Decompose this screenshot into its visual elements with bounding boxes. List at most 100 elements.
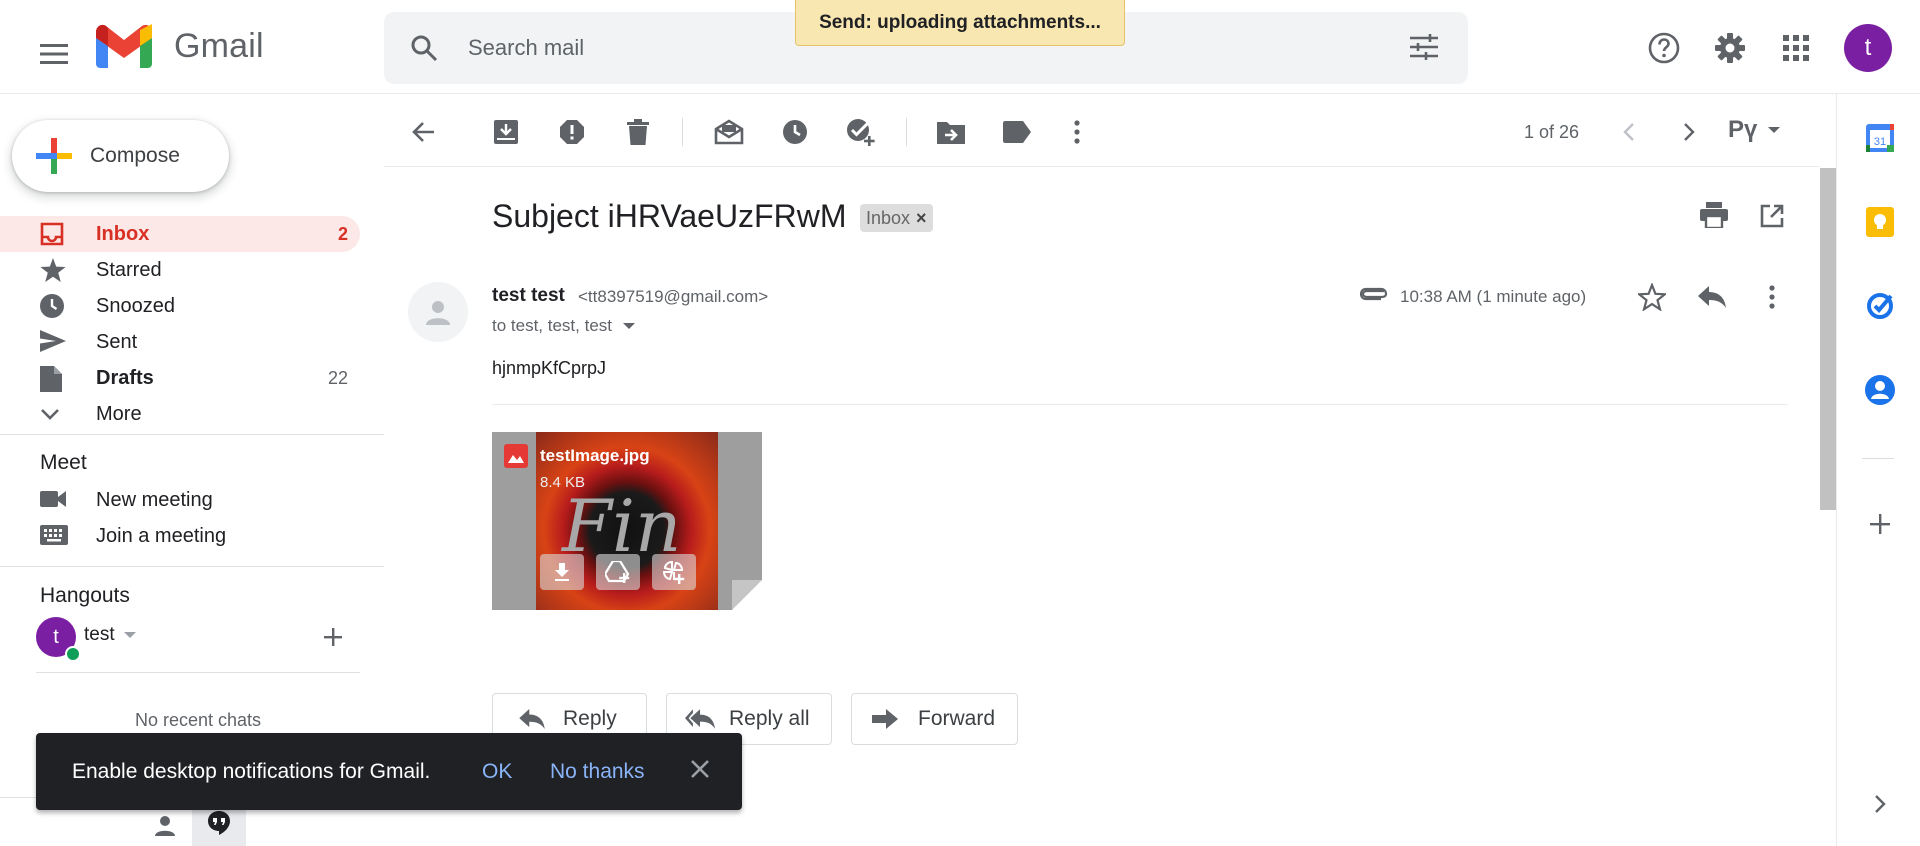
google-apps-button[interactable] [1772, 24, 1820, 72]
main-menu-button[interactable] [28, 28, 80, 80]
plus-icon [1870, 514, 1890, 534]
drafts-count: 22 [327, 367, 348, 388]
settings-button[interactable] [1706, 24, 1754, 72]
plus-icon [324, 628, 342, 646]
search-icon [411, 35, 438, 62]
search-options-button[interactable] [1410, 34, 1438, 60]
gmail-m-icon [96, 24, 152, 68]
more-vertical-icon [1074, 120, 1080, 144]
contacts-addon-button[interactable] [1862, 372, 1898, 408]
hangouts-divider [36, 672, 360, 673]
inbox-label-chip[interactable]: Inbox × [860, 204, 933, 232]
save-to-drive-button[interactable] [596, 554, 640, 590]
print-all-button[interactable] [1700, 202, 1728, 228]
sender-email: <tt8397519@gmail.com> [578, 287, 769, 306]
sidebar-item-inbox[interactable]: Inbox 2 [0, 216, 360, 252]
show-side-panel-button[interactable] [1862, 786, 1898, 822]
move-to-button[interactable] [927, 108, 975, 156]
print-icon [1700, 202, 1728, 228]
send-icon [40, 330, 66, 352]
compose-plus-icon [36, 138, 72, 174]
newer-button[interactable] [1605, 108, 1653, 156]
toolbar-separator [906, 118, 907, 146]
keep-addon-button[interactable] [1862, 204, 1898, 240]
more-options-button[interactable] [1053, 108, 1101, 156]
toolbar-separator [682, 118, 683, 146]
input-tools-button[interactable]: Рү [1728, 116, 1781, 144]
close-icon [691, 760, 709, 778]
forward-label: Forward [918, 707, 996, 730]
back-button[interactable] [400, 108, 448, 156]
report-icon [560, 120, 584, 144]
compose-button[interactable]: Compose [12, 120, 229, 192]
support-button[interactable] [1640, 24, 1688, 72]
clock-icon [783, 120, 807, 144]
report-spam-button[interactable] [548, 108, 596, 156]
delete-button[interactable] [614, 108, 662, 156]
sender-avatar[interactable] [408, 282, 468, 342]
new-conversation-button[interactable] [322, 626, 344, 648]
enable-notifications-ok-button[interactable]: OK [482, 760, 512, 784]
input-tool-label: Рү [1728, 116, 1758, 143]
reply-all-icon [685, 709, 715, 729]
search-button[interactable] [410, 34, 438, 62]
star-outline-icon [1638, 283, 1666, 311]
labels-button[interactable] [993, 108, 1041, 156]
reply-icon-button[interactable] [1698, 286, 1726, 308]
add-to-photos-button[interactable] [652, 554, 696, 590]
remove-label-icon[interactable]: × [916, 208, 927, 229]
sidebar-item-more[interactable]: More [0, 396, 360, 432]
attachment-card[interactable]: Fin testImage.jpg 8.4 KB [492, 432, 762, 610]
older-button[interactable] [1665, 108, 1713, 156]
contacts-tab[interactable] [144, 806, 186, 846]
upload-status-toast: Send: uploading attachments... [795, 0, 1125, 46]
side-panel-divider [1862, 458, 1894, 459]
dismiss-snackbar-button[interactable] [690, 759, 710, 779]
image-file-type-badge [504, 444, 528, 468]
meet-section-title: Meet [40, 451, 87, 474]
mark-unread-icon [714, 119, 744, 145]
dropdown-arrow-icon [1768, 127, 1781, 133]
reply-label: Reply [563, 707, 617, 730]
download-attachment-button[interactable] [540, 554, 584, 590]
drive-add-icon [605, 561, 630, 583]
sidebar-item-drafts[interactable]: Drafts 22 [0, 360, 360, 396]
sidebar-divider [0, 566, 384, 567]
add-to-tasks-button[interactable] [837, 108, 885, 156]
recipients-details[interactable]: to test, test, test [492, 316, 636, 336]
join-meeting-item[interactable]: Join a meeting [0, 518, 360, 554]
no-thanks-button[interactable]: No thanks [550, 760, 645, 784]
gmail-logo[interactable]: Gmail [96, 24, 264, 68]
sidebar-item-sent[interactable]: Sent [0, 324, 360, 360]
forward-button[interactable]: Forward [851, 693, 1018, 745]
compose-label: Compose [90, 144, 180, 167]
snackbar-message: Enable desktop notifications for Gmail. [72, 759, 431, 783]
pagination-text: 1 of 26 [1524, 122, 1580, 142]
content-scrollbar[interactable] [1820, 168, 1836, 510]
account-avatar[interactable]: t [1844, 24, 1892, 72]
archive-button[interactable] [482, 108, 530, 156]
tasks-addon-button[interactable] [1862, 288, 1898, 324]
help-icon [1648, 32, 1680, 64]
label-icon [1003, 121, 1031, 143]
calendar-addon-button[interactable]: 31 [1862, 120, 1898, 156]
reply-icon [1698, 286, 1726, 308]
get-addons-button[interactable] [1862, 506, 1898, 542]
star-button[interactable] [1638, 283, 1666, 311]
sidebar-item-label: Inbox [96, 222, 150, 245]
open-new-window-button[interactable] [1760, 204, 1784, 228]
photos-pinwheel-icon [662, 560, 685, 584]
apps-grid-icon [1783, 35, 1809, 61]
sidebar-item-starred[interactable]: Starred [0, 252, 360, 288]
new-meeting-item[interactable]: New meeting [0, 482, 360, 518]
hangouts-user-menu[interactable]: test [84, 624, 137, 646]
mark-unread-button[interactable] [705, 108, 753, 156]
label-chip-text: Inbox [866, 207, 911, 228]
sender-name[interactable]: test test [492, 285, 565, 307]
message-more-button[interactable] [1769, 285, 1775, 309]
sidebar-divider [0, 434, 384, 435]
sidebar-item-label: Sent [96, 330, 138, 353]
page-fold-corner [732, 580, 762, 610]
snooze-button[interactable] [771, 108, 819, 156]
sidebar-item-snoozed[interactable]: Snoozed [0, 288, 360, 324]
